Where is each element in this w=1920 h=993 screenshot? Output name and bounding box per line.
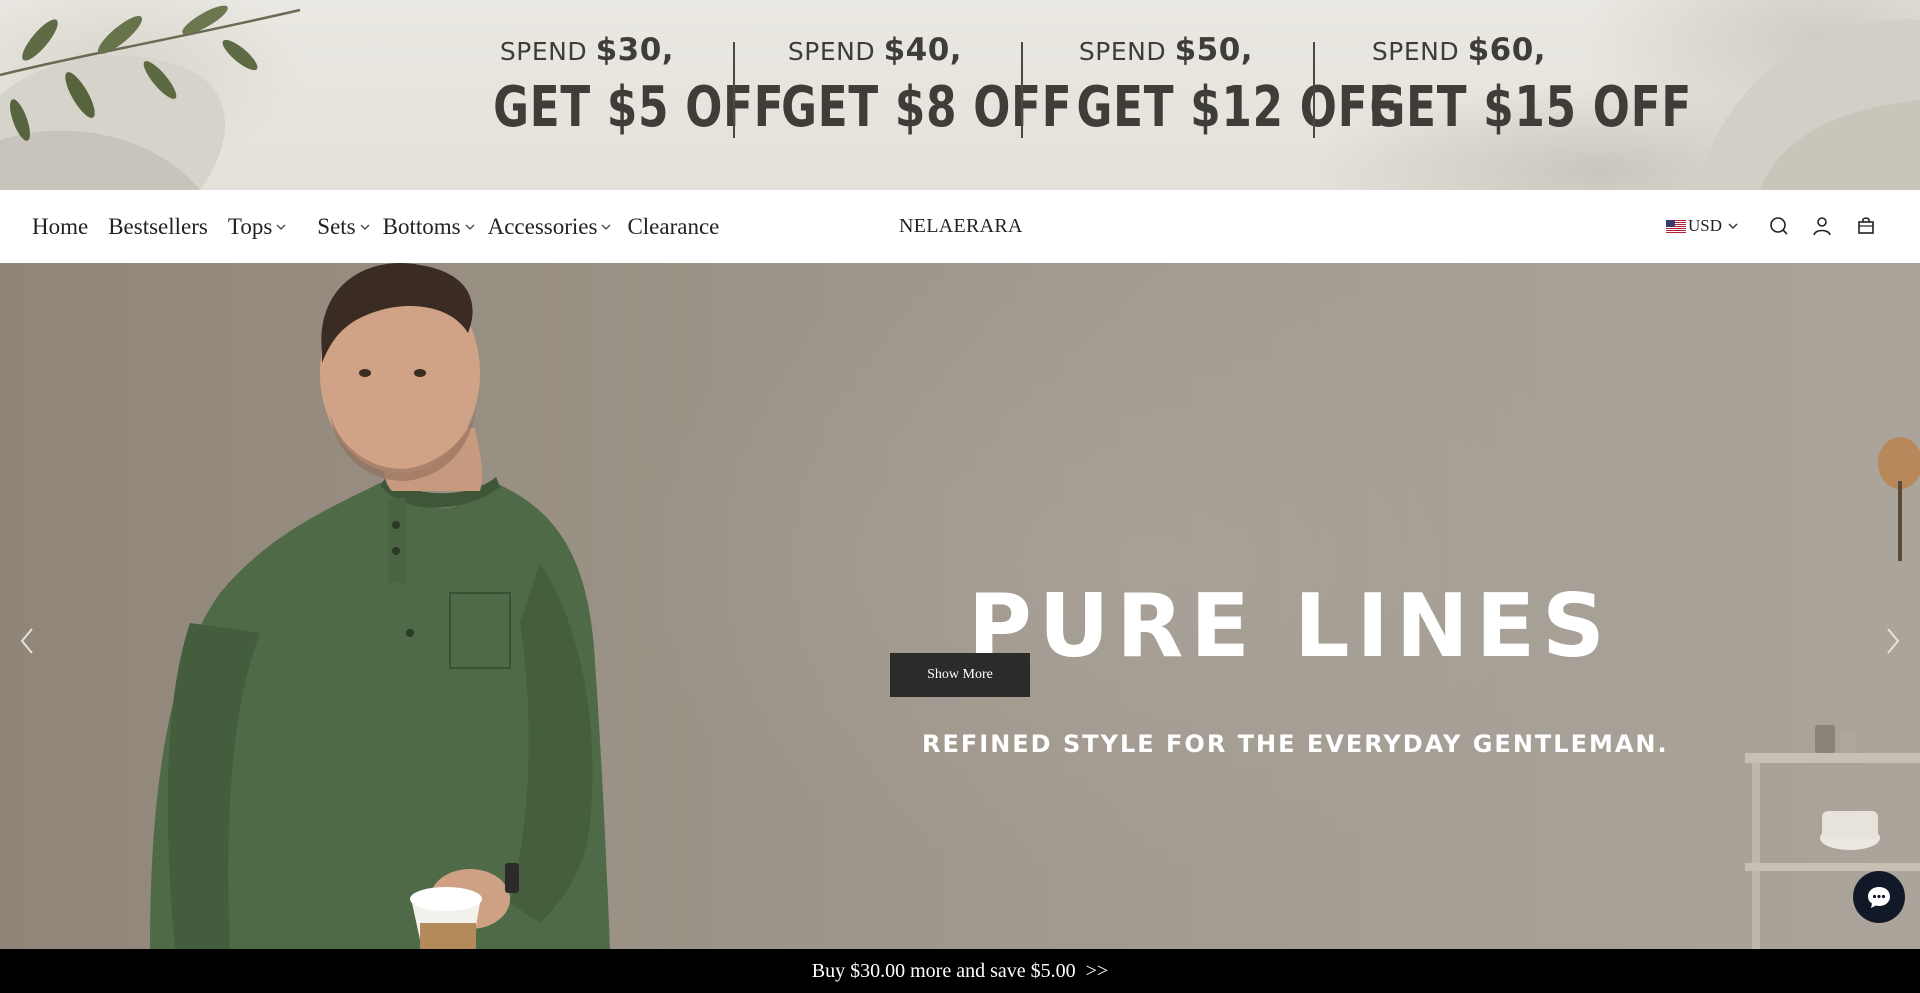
nav-item-tops[interactable]: Tops bbox=[228, 214, 287, 240]
offer-tier-4: SPEND $60, GET $15 OFF bbox=[1324, 30, 1691, 146]
nav-item-bestsellers[interactable]: Bestsellers bbox=[108, 214, 208, 240]
nav-item-label: Home bbox=[32, 213, 89, 239]
promo-banner[interactable]: SPEND $30, GET $5 OFF SPEND $40, GET $8 … bbox=[0, 0, 1920, 190]
site-header: Home Bestsellers Tops Sets Bottoms Acces… bbox=[0, 190, 1920, 263]
nav-item-clearance[interactable]: Clearance bbox=[627, 214, 719, 240]
chevron-down-icon bbox=[465, 224, 475, 230]
offer-tier-3: SPEND $50, GET $12 OFF bbox=[1031, 30, 1398, 146]
account-icon[interactable] bbox=[1810, 214, 1834, 238]
hero-subtitle: REFINED STYLE FOR THE EVERYDAY GENTLEMAN… bbox=[922, 730, 1669, 758]
nav-item-label: Accessories bbox=[487, 213, 598, 239]
nav-item-sets[interactable]: Sets bbox=[317, 214, 370, 240]
free-shipping-progress-bar[interactable]: Buy $30.00 more and save $5.00 >> bbox=[0, 949, 1920, 993]
search-icon[interactable] bbox=[1767, 214, 1791, 238]
offer-tier-1: SPEND $30, GET $5 OFF bbox=[452, 30, 784, 146]
cart-icon[interactable] bbox=[1854, 214, 1878, 238]
offer-divider bbox=[733, 42, 735, 138]
chevron-down-icon bbox=[1728, 223, 1738, 229]
us-flag-icon bbox=[1666, 219, 1686, 233]
nav-item-label: Bottoms bbox=[382, 213, 461, 239]
brand-logo[interactable]: NELAERARA bbox=[899, 190, 1023, 263]
offer-divider bbox=[1021, 42, 1023, 138]
bottom-bar-text: Buy $30.00 more and save $5.00 bbox=[811, 959, 1076, 982]
offer-divider bbox=[1313, 42, 1315, 138]
offer-spend-text: SPEND $50, bbox=[1078, 32, 1254, 68]
chevron-down-icon bbox=[601, 224, 611, 230]
bottom-bar-arrow: >> bbox=[1085, 959, 1109, 982]
hero-model-photo bbox=[150, 263, 1920, 949]
chevron-right-icon[interactable] bbox=[1880, 623, 1906, 659]
nav-item-accessories[interactable]: Accessories bbox=[488, 214, 613, 240]
nav-item-label: Sets bbox=[317, 213, 356, 239]
chat-button[interactable] bbox=[1853, 871, 1905, 923]
offer-spend-text: SPEND $30, bbox=[499, 32, 675, 68]
main-nav: Home Bestsellers Tops Sets Bottoms Acces… bbox=[32, 190, 719, 263]
offer-discount-text: GET $8 OFF bbox=[781, 75, 1073, 140]
offer-discount-text: GET $15 OFF bbox=[1369, 75, 1692, 140]
show-more-button[interactable]: Show More bbox=[890, 653, 1030, 697]
chat-bubble-icon bbox=[1868, 887, 1890, 908]
offer-spend-text: SPEND $40, bbox=[787, 32, 963, 68]
nav-item-home[interactable]: Home bbox=[32, 214, 88, 240]
chevron-down-icon bbox=[360, 224, 370, 230]
nav-item-label: Bestsellers bbox=[108, 213, 208, 239]
hero-title: PURE LINES bbox=[968, 575, 1612, 677]
currency-selector[interactable]: USD bbox=[1666, 214, 1739, 238]
currency-label: USD bbox=[1688, 216, 1723, 235]
chevron-left-icon[interactable] bbox=[14, 623, 40, 659]
nav-item-bottoms[interactable]: Bottoms bbox=[383, 214, 476, 240]
chevron-down-icon bbox=[276, 224, 286, 230]
nav-item-label: Clearance bbox=[627, 213, 720, 239]
hero-slider: PURE LINES REFINED STYLE FOR THE EVERYDA… bbox=[0, 263, 1920, 949]
offer-tier-2: SPEND $40, GET $8 OFF bbox=[740, 30, 1072, 146]
offer-spend-text: SPEND $60, bbox=[1371, 32, 1547, 68]
nav-item-label: Tops bbox=[227, 213, 273, 239]
